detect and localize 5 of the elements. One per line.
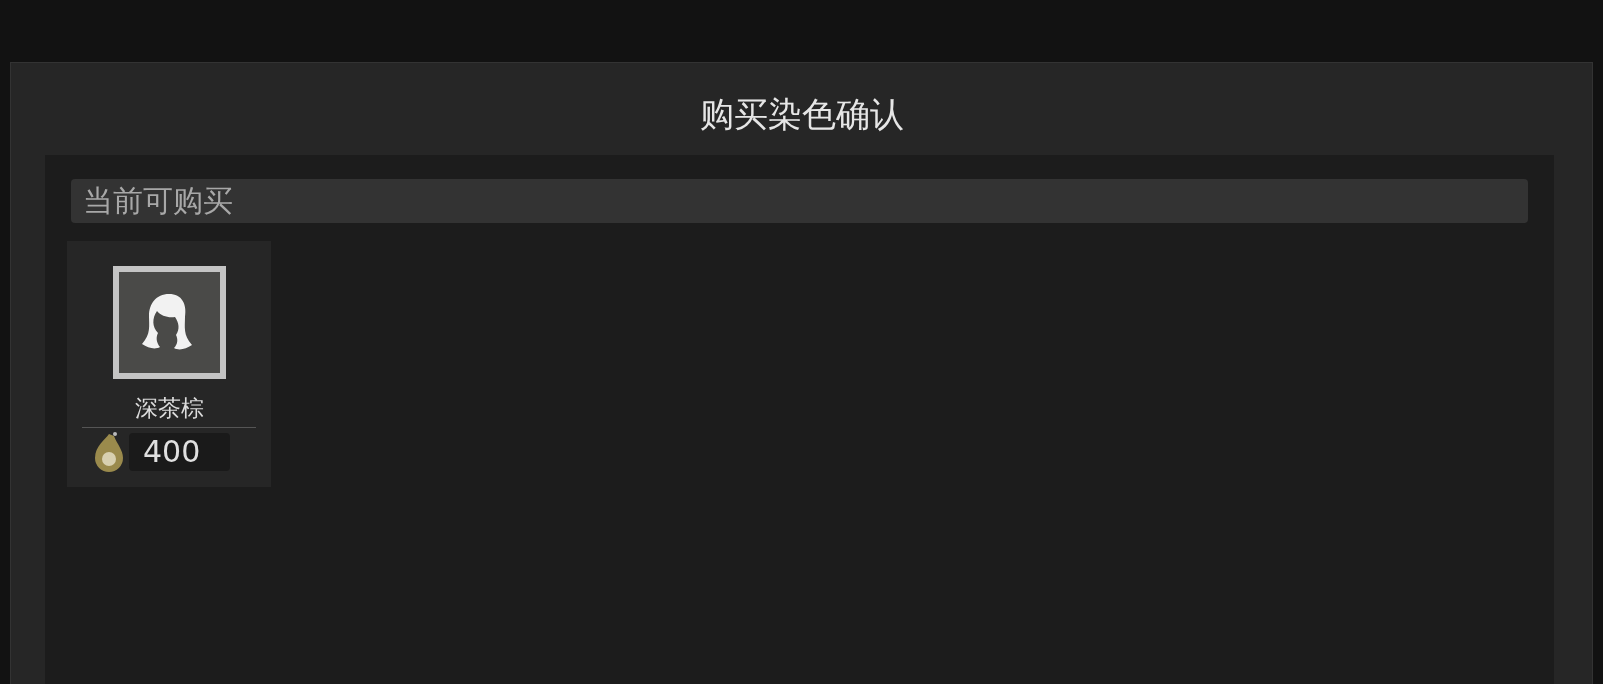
item-name: 深茶棕 [134,394,204,423]
item-price: 400 [129,433,231,471]
item-card[interactable]: 深茶棕 400 [67,241,271,487]
section-title: 当前可购买 [83,181,233,220]
dialog-title: 购买染色确认 [699,93,904,136]
